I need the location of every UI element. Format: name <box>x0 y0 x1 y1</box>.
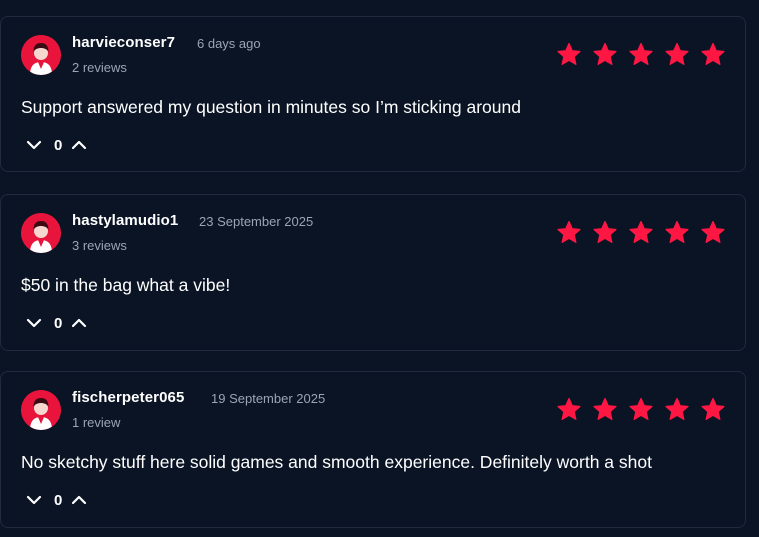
star-icon <box>629 42 653 66</box>
review-username[interactable]: fischerpeter065 <box>72 389 184 406</box>
star-icon <box>593 42 617 66</box>
chevron-up-icon <box>72 140 87 150</box>
star-icon <box>557 220 581 244</box>
review-date: 6 days ago <box>197 36 261 51</box>
review-count: 2 reviews <box>72 60 127 75</box>
star-icon <box>665 220 689 244</box>
review-username[interactable]: harvieconser7 <box>72 34 175 51</box>
vote-count: 0 <box>54 136 63 154</box>
star-icon <box>665 42 689 66</box>
star-rating <box>556 220 726 245</box>
chevron-down-icon <box>26 318 42 328</box>
user-avatar-icon[interactable] <box>21 390 61 430</box>
star-icon <box>701 220 725 244</box>
review-card: harvieconser7 6 days ago 2 reviews Suppo… <box>0 16 746 172</box>
vote-controls: 0 <box>25 135 88 155</box>
star-icon <box>593 220 617 244</box>
chevron-up-icon <box>72 318 87 328</box>
review-date: 23 September 2025 <box>199 214 314 229</box>
review-card: hastylamudio1 23 September 2025 3 review… <box>0 194 746 351</box>
star-icon <box>557 397 581 421</box>
star-icon <box>629 220 653 244</box>
chevron-up-icon <box>72 495 87 505</box>
star-rating <box>556 397 726 422</box>
review-username[interactable]: hastylamudio1 <box>72 212 178 229</box>
review-count: 3 reviews <box>72 238 127 253</box>
review-text: $50 in the bag what a vibe! <box>21 275 231 295</box>
vote-controls: 0 <box>25 313 88 333</box>
vote-controls: 0 <box>25 490 88 510</box>
user-avatar-icon[interactable] <box>21 35 61 75</box>
review-text: Support answered my question in minutes … <box>21 97 521 117</box>
review-list: harvieconser7 6 days ago 2 reviews Suppo… <box>0 0 759 537</box>
star-icon <box>701 42 725 66</box>
review-count: 1 review <box>72 415 121 430</box>
review-card: fischerpeter065 19 September 2025 1 revi… <box>0 371 746 528</box>
upvote-button[interactable] <box>70 313 88 333</box>
downvote-button[interactable] <box>25 490 43 510</box>
review-date: 19 September 2025 <box>211 391 326 406</box>
chevron-down-icon <box>26 495 42 505</box>
star-icon <box>629 397 653 421</box>
upvote-button[interactable] <box>70 490 88 510</box>
star-icon <box>593 397 617 421</box>
downvote-button[interactable] <box>25 135 43 155</box>
star-icon <box>557 42 581 66</box>
vote-count: 0 <box>54 314 63 332</box>
downvote-button[interactable] <box>25 313 43 333</box>
vote-count: 0 <box>54 491 63 509</box>
user-avatar-icon[interactable] <box>21 213 61 253</box>
star-icon <box>701 397 725 421</box>
upvote-button[interactable] <box>70 135 88 155</box>
review-text: No sketchy stuff here solid games and sm… <box>21 452 652 472</box>
star-rating <box>556 42 726 67</box>
star-icon <box>665 397 689 421</box>
chevron-down-icon <box>26 140 42 150</box>
